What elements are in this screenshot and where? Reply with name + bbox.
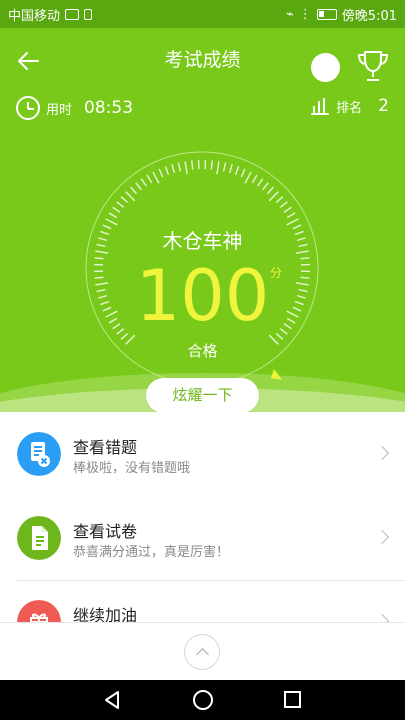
wrong-questions-subtitle: 棒极啦，没有错题哦 (73, 461, 191, 476)
dial-tick (171, 164, 176, 174)
wifi-icon: ⌁ (285, 6, 294, 22)
time-used-value: 08:53 (84, 98, 134, 118)
dial-tick (108, 212, 118, 219)
result-hero: 考试成绩 用时 08:53 排名 2 木仓车神 100 分 合格 炫耀一下 (0, 28, 405, 412)
dial-tick (210, 160, 213, 170)
dial-tick (164, 166, 170, 176)
wrong-questions-title: 查看错题 (73, 438, 138, 457)
carrier-label: 中国移动 (8, 8, 61, 24)
clock-icon (16, 96, 40, 120)
show-off-button[interactable]: 炫耀一下 (146, 378, 259, 412)
dial-tick (135, 182, 142, 191)
dial-tick (112, 206, 121, 213)
status-right: ⌁ ⋮ 傍晚5:01 (286, 5, 397, 24)
dial-tick (140, 178, 147, 187)
signal-icon: ⋮ (298, 6, 312, 22)
dial-tick (222, 162, 227, 172)
dial-tick (286, 218, 299, 226)
sim-icon (84, 8, 93, 20)
avatar-button[interactable] (311, 53, 340, 82)
exam-paper-icon (17, 516, 61, 560)
rank-chart-icon (311, 98, 330, 115)
dial-tick (177, 162, 182, 172)
dial-tick (251, 174, 258, 184)
rank-label: 排名 (336, 100, 363, 116)
dial-tick (152, 171, 160, 184)
dial-tick (257, 178, 264, 187)
heart-icon (65, 8, 80, 20)
dial-tick (105, 218, 118, 226)
rank-value: 2 (378, 96, 389, 116)
clock-label: 傍晚5:01 (341, 8, 397, 24)
dial-tick (130, 186, 138, 195)
time-used: 用时 08:53 (16, 96, 133, 120)
expand-up-button[interactable] (184, 634, 220, 670)
dial-tick (234, 166, 240, 176)
dial-tick (275, 196, 284, 204)
chevron-right-icon (374, 529, 390, 545)
chevron-right-icon (374, 445, 390, 461)
dial-tick (240, 168, 246, 178)
dial-tick (184, 161, 188, 175)
dial-tick (286, 212, 296, 219)
status-bar: 中国移动 ⌁ ⋮ 傍晚5:01 (0, 0, 405, 28)
nav-recent-apps-icon[interactable] (284, 691, 301, 708)
status-left: 中国移动 (8, 5, 93, 24)
top-app-bar: 考试成绩 (0, 40, 405, 90)
exam-paper-item[interactable]: 查看试卷 恭喜满分通过，真是厉害！ (0, 496, 405, 580)
dial-tick (228, 164, 233, 174)
ranking: 排名 2 (310, 96, 389, 116)
dial-tick (244, 171, 252, 184)
android-navigation-bar (0, 680, 405, 720)
dial-tick (116, 201, 125, 208)
dial-tick (262, 182, 269, 191)
score-value: 100 (135, 255, 270, 337)
time-used-label: 用时 (46, 102, 73, 118)
bottom-panel (0, 622, 405, 680)
nav-back-icon[interactable] (103, 690, 121, 710)
dial-tick (158, 168, 164, 178)
dial-tick (120, 196, 129, 204)
battery-icon (316, 8, 337, 20)
trophy-icon (358, 51, 388, 81)
dial-tick (279, 201, 288, 208)
exam-paper-title: 查看试卷 (73, 522, 138, 541)
dial-tick (266, 186, 274, 195)
dial-tick (146, 174, 153, 184)
wrong-questions-item[interactable]: 查看错题 棒极啦，没有错题哦 (0, 412, 405, 496)
dial-tick (283, 206, 292, 213)
rank-title: 木仓车神 (162, 229, 243, 253)
trophy-button[interactable] (356, 46, 390, 86)
wrong-questions-icon (17, 432, 61, 476)
nav-home-icon[interactable] (193, 690, 213, 710)
dial-tick (268, 191, 279, 202)
dial-tick (216, 161, 220, 175)
exam-paper-subtitle: 恭喜满分通过，真是厉害！ (73, 545, 230, 560)
score-unit: 分 (270, 266, 283, 280)
dial-tick (125, 191, 136, 202)
dial-tick (191, 160, 194, 170)
page-title: 考试成绩 (164, 49, 241, 71)
pass-status: 合格 (187, 342, 218, 360)
action-list: 查看错题 棒极啦，没有错题哦 查看试卷 恭喜满分通过，真是厉害！ 继续加油 (0, 412, 405, 644)
